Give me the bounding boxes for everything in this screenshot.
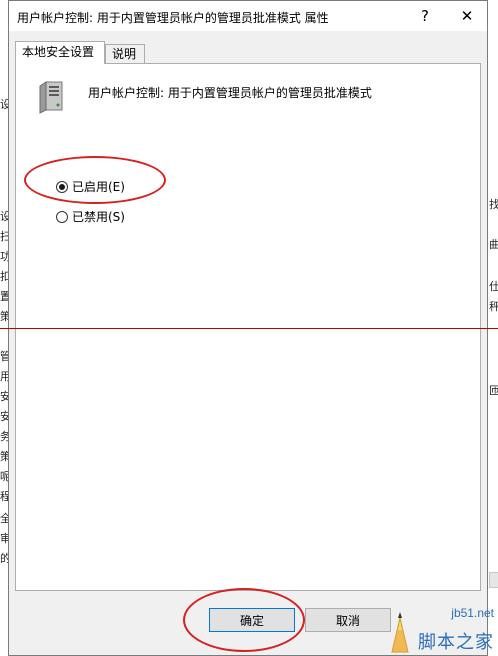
tab-explain[interactable]: 说明 [105, 44, 145, 64]
disabled-radio[interactable] [56, 210, 68, 223]
enabled-option[interactable]: 已启用(E) [56, 178, 125, 195]
background-text: 仕 [489, 280, 498, 293]
tab-panel: 用户帐户控制: 用于内置管理员帐户的管理员批准模式 已启用(E) 已禁用(S) [15, 63, 481, 591]
background-text: 找 [489, 198, 498, 211]
watermark-name: 脚本之家 [418, 632, 494, 653]
help-button[interactable]: ? [405, 1, 445, 31]
policy-name: 用户帐户控制: 用于内置管理员帐户的管理员批准模式 [88, 86, 372, 100]
background-scrollbar[interactable] [489, 572, 498, 588]
background-text: 秤 [489, 300, 498, 313]
watermark-url: jb51.net [451, 606, 494, 620]
background-text: 匝 [489, 384, 498, 397]
dialog-title: 用户帐户控制: 用于内置管理员帐户的管理员批准模式 属性 [17, 11, 329, 25]
enabled-label: 已启用(E) [72, 180, 125, 194]
disabled-option[interactable]: 已禁用(S) [56, 208, 125, 225]
tab-local-security-setting[interactable]: 本地安全设置 [15, 41, 105, 64]
title-bar[interactable]: 用户帐户控制: 用于内置管理员帐户的管理员批准模式 属性 ? ✕ [9, 1, 487, 31]
server-icon [39, 81, 63, 114]
site-watermark: jb51.net 脚本之家 [386, 604, 498, 656]
annotation-line [0, 328, 498, 329]
disabled-label: 已禁用(S) [72, 210, 125, 224]
ok-button[interactable]: 确定 [209, 608, 295, 632]
close-button[interactable]: ✕ [447, 1, 487, 31]
background-text: 曲 [489, 238, 498, 251]
cancel-button[interactable]: 取消 [305, 608, 391, 632]
radio-selected-dot [59, 183, 65, 190]
enabled-radio[interactable] [56, 180, 68, 193]
